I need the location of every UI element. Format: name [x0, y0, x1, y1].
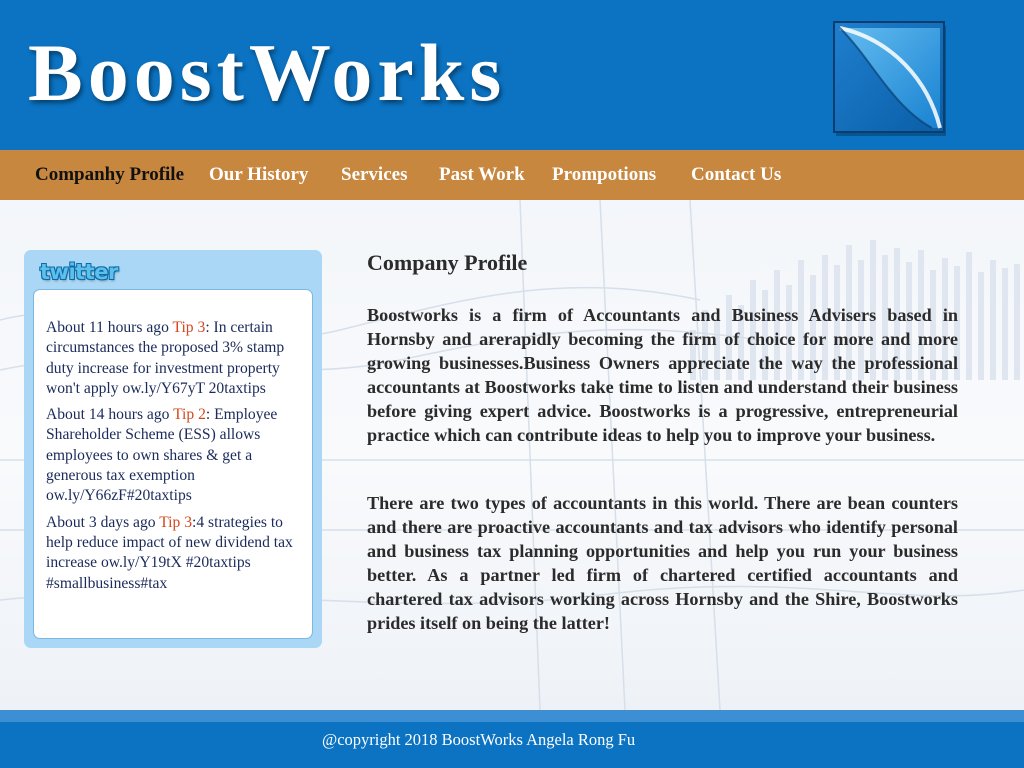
- main-nav: Companhy Profile Our History Services Pa…: [0, 150, 1024, 200]
- nav-item-contact-us[interactable]: Contact Us: [691, 163, 781, 187]
- copyright-text: @copyright 2018 BoostWorks Angela Rong F…: [322, 730, 636, 749]
- footer-divider: [0, 710, 1024, 722]
- nav-item-services[interactable]: Services: [341, 163, 407, 187]
- profile-paragraph: There are two types of accountants in th…: [367, 493, 958, 633]
- tweet-tip-link[interactable]: Tip 3: [159, 514, 192, 531]
- tweet-tip-link[interactable]: Tip 3: [173, 319, 206, 336]
- nav-item-past-work[interactable]: Past Work: [439, 163, 525, 187]
- site-header: BoostWorks: [0, 0, 1024, 150]
- leaf-square-icon: [833, 21, 946, 136]
- tweet-item: About 11 hours ago Tip 3: In certain cir…: [46, 318, 302, 399]
- nav-item-company-profile[interactable]: Companhy Profile: [35, 163, 184, 187]
- profile-paragraph: Boostworks is a firm of Accountants and …: [367, 305, 958, 445]
- nav-item-promotions[interactable]: Prompotions: [552, 163, 656, 187]
- tweet-time: About 3 days ago: [46, 513, 156, 531]
- page-title: Company Profile: [367, 250, 528, 275]
- twitter-widget: twitter About 11 hours ago Tip 3: In cer…: [24, 250, 322, 648]
- tweet-list: About 11 hours ago Tip 3: In certain cir…: [33, 289, 313, 639]
- site-footer: @copyright 2018 BoostWorks Angela Rong F…: [0, 722, 1024, 768]
- tweet-item: About 14 hours ago Tip 2: Employee Share…: [46, 405, 302, 506]
- tweet-time: About 11 hours ago: [46, 319, 169, 336]
- tweet-time: About 14 hours ago: [46, 406, 170, 424]
- twitter-logo[interactable]: twitter: [40, 260, 118, 284]
- tweet-tip-link[interactable]: Tip 2: [173, 406, 206, 423]
- tweet-item: About 3 days ago Tip 3:4 strategies to h…: [46, 513, 302, 594]
- nav-item-our-history[interactable]: Our History: [209, 163, 308, 187]
- site-logo-text[interactable]: BoostWorks: [28, 32, 506, 114]
